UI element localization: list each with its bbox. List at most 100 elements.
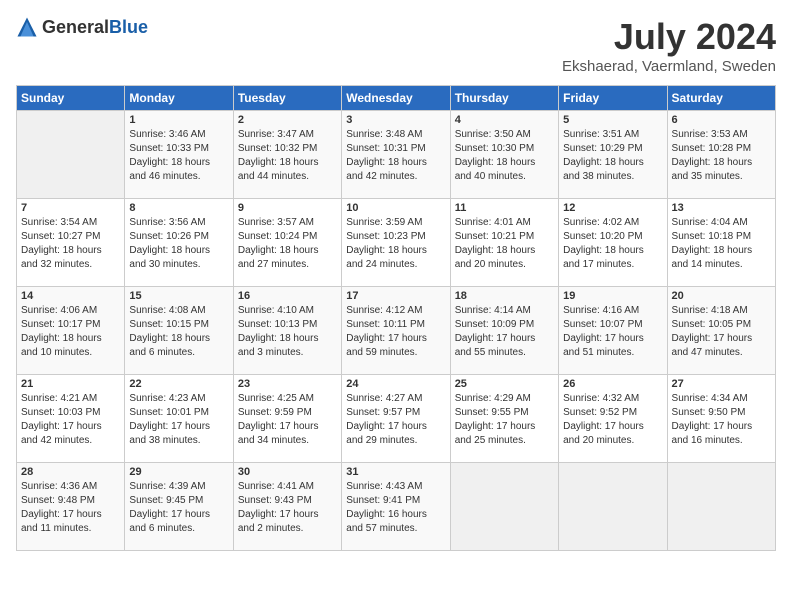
day-number: 23 <box>238 378 337 390</box>
day-number: 15 <box>129 290 228 302</box>
month-title: July 2024 <box>562 16 776 58</box>
header-row: Sunday Monday Tuesday Wednesday Thursday… <box>17 86 776 111</box>
day-info: Sunrise: 3:50 AMSunset: 10:30 PMDaylight… <box>455 129 536 182</box>
day-number: 29 <box>129 466 228 478</box>
calendar-week-3: 14 Sunrise: 4:06 AMSunset: 10:17 PMDayli… <box>17 287 776 375</box>
day-info: Sunrise: 4:14 AMSunset: 10:09 PMDaylight… <box>455 305 536 358</box>
calendar-cell: 2 Sunrise: 3:47 AMSunset: 10:32 PMDaylig… <box>233 111 341 199</box>
day-info: Sunrise: 3:48 AMSunset: 10:31 PMDaylight… <box>346 129 427 182</box>
calendar-cell: 25 Sunrise: 4:29 AMSunset: 9:55 PMDaylig… <box>450 375 558 463</box>
day-number: 19 <box>563 290 662 302</box>
day-info: Sunrise: 3:57 AMSunset: 10:24 PMDaylight… <box>238 217 319 270</box>
day-number: 22 <box>129 378 228 390</box>
day-number: 9 <box>238 202 337 214</box>
day-number: 16 <box>238 290 337 302</box>
day-info: Sunrise: 4:32 AMSunset: 9:52 PMDaylight:… <box>563 393 644 446</box>
day-number: 31 <box>346 466 445 478</box>
calendar-cell: 7 Sunrise: 3:54 AMSunset: 10:27 PMDaylig… <box>17 199 125 287</box>
day-number: 5 <box>563 114 662 126</box>
day-info: Sunrise: 4:25 AMSunset: 9:59 PMDaylight:… <box>238 393 319 446</box>
page-header: GeneralBlue July 2024 Ekshaerad, Vaermla… <box>16 16 776 75</box>
calendar-cell: 17 Sunrise: 4:12 AMSunset: 10:11 PMDayli… <box>342 287 450 375</box>
calendar-cell: 8 Sunrise: 3:56 AMSunset: 10:26 PMDaylig… <box>125 199 233 287</box>
calendar-cell: 6 Sunrise: 3:53 AMSunset: 10:28 PMDaylig… <box>667 111 775 199</box>
calendar-cell: 22 Sunrise: 4:23 AMSunset: 10:01 PMDayli… <box>125 375 233 463</box>
day-info: Sunrise: 4:01 AMSunset: 10:21 PMDaylight… <box>455 217 536 270</box>
day-number: 12 <box>563 202 662 214</box>
calendar-week-2: 7 Sunrise: 3:54 AMSunset: 10:27 PMDaylig… <box>17 199 776 287</box>
day-number: 25 <box>455 378 554 390</box>
day-number: 6 <box>672 114 771 126</box>
calendar-cell: 5 Sunrise: 3:51 AMSunset: 10:29 PMDaylig… <box>559 111 667 199</box>
calendar-cell: 14 Sunrise: 4:06 AMSunset: 10:17 PMDayli… <box>17 287 125 375</box>
logo-text-general: General <box>42 17 109 37</box>
calendar-cell: 4 Sunrise: 3:50 AMSunset: 10:30 PMDaylig… <box>450 111 558 199</box>
calendar-cell: 20 Sunrise: 4:18 AMSunset: 10:05 PMDayli… <box>667 287 775 375</box>
day-number: 8 <box>129 202 228 214</box>
day-number: 18 <box>455 290 554 302</box>
calendar-cell: 28 Sunrise: 4:36 AMSunset: 9:48 PMDaylig… <box>17 463 125 551</box>
calendar-cell: 26 Sunrise: 4:32 AMSunset: 9:52 PMDaylig… <box>559 375 667 463</box>
day-info: Sunrise: 3:54 AMSunset: 10:27 PMDaylight… <box>21 217 102 270</box>
day-info: Sunrise: 4:06 AMSunset: 10:17 PMDaylight… <box>21 305 102 358</box>
calendar-table: Sunday Monday Tuesday Wednesday Thursday… <box>16 85 776 551</box>
day-info: Sunrise: 4:18 AMSunset: 10:05 PMDaylight… <box>672 305 753 358</box>
calendar-cell: 27 Sunrise: 4:34 AMSunset: 9:50 PMDaylig… <box>667 375 775 463</box>
calendar-week-4: 21 Sunrise: 4:21 AMSunset: 10:03 PMDayli… <box>17 375 776 463</box>
day-number: 13 <box>672 202 771 214</box>
day-number: 17 <box>346 290 445 302</box>
calendar-cell: 21 Sunrise: 4:21 AMSunset: 10:03 PMDayli… <box>17 375 125 463</box>
day-number: 1 <box>129 114 228 126</box>
day-number: 24 <box>346 378 445 390</box>
day-info: Sunrise: 4:27 AMSunset: 9:57 PMDaylight:… <box>346 393 427 446</box>
col-thursday: Thursday <box>450 86 558 111</box>
calendar-week-1: 1 Sunrise: 3:46 AMSunset: 10:33 PMDaylig… <box>17 111 776 199</box>
day-info: Sunrise: 4:08 AMSunset: 10:15 PMDaylight… <box>129 305 210 358</box>
day-info: Sunrise: 4:16 AMSunset: 10:07 PMDaylight… <box>563 305 644 358</box>
logo-text-blue: Blue <box>109 17 148 37</box>
day-info: Sunrise: 3:51 AMSunset: 10:29 PMDaylight… <box>563 129 644 182</box>
calendar-cell: 12 Sunrise: 4:02 AMSunset: 10:20 PMDayli… <box>559 199 667 287</box>
day-info: Sunrise: 3:53 AMSunset: 10:28 PMDaylight… <box>672 129 753 182</box>
calendar-cell: 16 Sunrise: 4:10 AMSunset: 10:13 PMDayli… <box>233 287 341 375</box>
calendar-cell: 30 Sunrise: 4:41 AMSunset: 9:43 PMDaylig… <box>233 463 341 551</box>
calendar-cell <box>17 111 125 199</box>
logo-icon <box>16 16 38 38</box>
calendar-week-5: 28 Sunrise: 4:36 AMSunset: 9:48 PMDaylig… <box>17 463 776 551</box>
title-block: July 2024 Ekshaerad, Vaermland, Sweden <box>562 16 776 75</box>
calendar-cell: 1 Sunrise: 3:46 AMSunset: 10:33 PMDaylig… <box>125 111 233 199</box>
day-info: Sunrise: 4:39 AMSunset: 9:45 PMDaylight:… <box>129 481 210 534</box>
day-number: 2 <box>238 114 337 126</box>
day-number: 20 <box>672 290 771 302</box>
day-info: Sunrise: 4:21 AMSunset: 10:03 PMDaylight… <box>21 393 102 446</box>
calendar-cell: 23 Sunrise: 4:25 AMSunset: 9:59 PMDaylig… <box>233 375 341 463</box>
day-number: 3 <box>346 114 445 126</box>
calendar-cell: 31 Sunrise: 4:43 AMSunset: 9:41 PMDaylig… <box>342 463 450 551</box>
calendar-cell: 11 Sunrise: 4:01 AMSunset: 10:21 PMDayli… <box>450 199 558 287</box>
col-tuesday: Tuesday <box>233 86 341 111</box>
day-number: 14 <box>21 290 120 302</box>
calendar-cell: 3 Sunrise: 3:48 AMSunset: 10:31 PMDaylig… <box>342 111 450 199</box>
calendar-cell: 19 Sunrise: 4:16 AMSunset: 10:07 PMDayli… <box>559 287 667 375</box>
day-info: Sunrise: 4:29 AMSunset: 9:55 PMDaylight:… <box>455 393 536 446</box>
day-info: Sunrise: 3:59 AMSunset: 10:23 PMDaylight… <box>346 217 427 270</box>
calendar-cell: 13 Sunrise: 4:04 AMSunset: 10:18 PMDayli… <box>667 199 775 287</box>
day-info: Sunrise: 4:10 AMSunset: 10:13 PMDaylight… <box>238 305 319 358</box>
day-info: Sunrise: 4:34 AMSunset: 9:50 PMDaylight:… <box>672 393 753 446</box>
col-sunday: Sunday <box>17 86 125 111</box>
calendar-cell: 15 Sunrise: 4:08 AMSunset: 10:15 PMDayli… <box>125 287 233 375</box>
calendar-cell: 24 Sunrise: 4:27 AMSunset: 9:57 PMDaylig… <box>342 375 450 463</box>
calendar-cell: 18 Sunrise: 4:14 AMSunset: 10:09 PMDayli… <box>450 287 558 375</box>
col-wednesday: Wednesday <box>342 86 450 111</box>
day-info: Sunrise: 4:43 AMSunset: 9:41 PMDaylight:… <box>346 481 427 534</box>
location-title: Ekshaerad, Vaermland, Sweden <box>562 58 776 75</box>
day-number: 11 <box>455 202 554 214</box>
calendar-cell: 9 Sunrise: 3:57 AMSunset: 10:24 PMDaylig… <box>233 199 341 287</box>
day-number: 21 <box>21 378 120 390</box>
day-info: Sunrise: 4:23 AMSunset: 10:01 PMDaylight… <box>129 393 210 446</box>
day-info: Sunrise: 3:56 AMSunset: 10:26 PMDaylight… <box>129 217 210 270</box>
day-number: 28 <box>21 466 120 478</box>
calendar-cell <box>667 463 775 551</box>
day-number: 30 <box>238 466 337 478</box>
day-info: Sunrise: 3:47 AMSunset: 10:32 PMDaylight… <box>238 129 319 182</box>
